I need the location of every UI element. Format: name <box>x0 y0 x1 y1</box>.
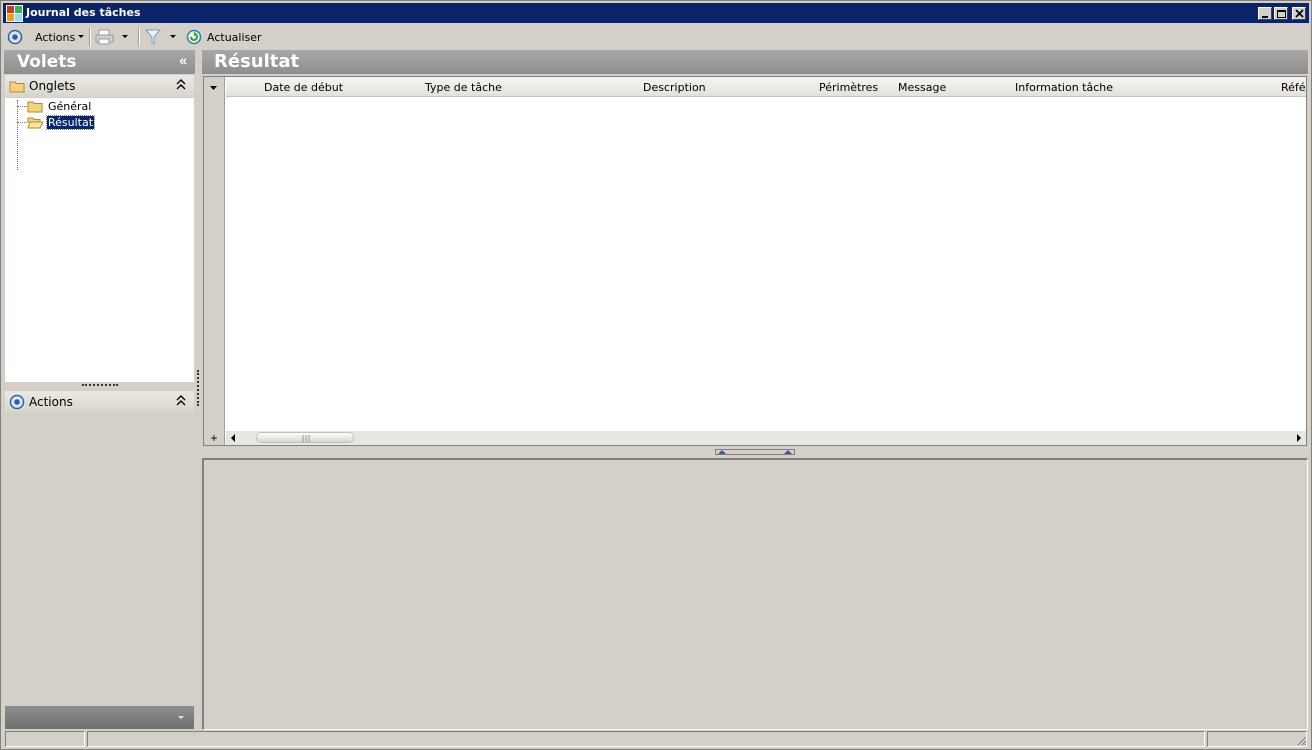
app-icon <box>6 5 23 22</box>
actions-section-header[interactable]: Actions <box>5 391 194 413</box>
column-message[interactable]: Message <box>898 81 946 94</box>
section-resize-grip[interactable] <box>82 384 118 386</box>
scrollbar-thumb[interactable] <box>256 432 354 443</box>
tree-connector <box>17 106 27 107</box>
actions-icon <box>7 29 23 45</box>
horizontal-scrollbar[interactable] <box>226 431 1306 445</box>
column-perimetres[interactable]: Périmètres <box>819 81 878 94</box>
chevron-down-icon <box>78 35 85 38</box>
close-button[interactable] <box>1292 7 1306 20</box>
folder-icon <box>27 101 43 112</box>
detail-pane <box>202 458 1308 730</box>
panes-title: Volets <box>17 52 77 72</box>
collapse-panel-icon[interactable]: « <box>179 52 187 68</box>
application-window: Journal des tâches Actions Actualiser Vo… <box>0 0 1312 750</box>
actions-section-label: Actions <box>29 395 73 409</box>
status-cell <box>1207 731 1307 747</box>
actions-icon-button[interactable] <box>7 27 23 47</box>
panes-header: Volets « <box>4 50 195 74</box>
horizontal-splitter[interactable] <box>202 448 1308 458</box>
print-icon <box>95 29 114 45</box>
tree-item-label: Résultat <box>45 114 96 130</box>
filter-dropdown[interactable] <box>169 27 178 47</box>
tree-item-resultat[interactable]: Résultat <box>27 114 96 130</box>
grid-column-header: Date de début Type de tâche Description … <box>226 77 1306 97</box>
toolbar: Actions Actualiser <box>3 25 1309 49</box>
close-icon <box>1295 9 1304 18</box>
filter-button[interactable] <box>145 27 161 47</box>
scroll-left-icon[interactable] <box>229 433 237 443</box>
collapse-up-icon[interactable] <box>176 79 186 91</box>
chevron-down-icon <box>178 716 184 719</box>
column-type-tache[interactable]: Type de tâche <box>425 81 502 94</box>
actions-menu-button[interactable]: Actions <box>35 27 86 47</box>
title-bar[interactable]: Journal des tâches <box>3 3 1309 23</box>
refresh-icon <box>186 29 202 45</box>
result-panel: Résultat Date de début Type de tâche Des… <box>202 50 1308 730</box>
open-folder-icon <box>27 117 43 128</box>
chevron-down-icon <box>170 35 176 38</box>
minimize-icon <box>1262 16 1268 18</box>
toolbar-separator <box>138 28 140 46</box>
actions-icon <box>9 394 25 410</box>
result-title: Résultat <box>214 51 300 72</box>
grid-row-header <box>204 77 225 445</box>
add-row-icon[interactable]: + <box>207 432 221 445</box>
arrow-up-icon <box>784 450 792 454</box>
scroll-right-icon[interactable] <box>1295 433 1303 443</box>
actions-menu-label: Actions <box>35 30 76 44</box>
grip-icon <box>302 435 310 442</box>
collapse-up-icon[interactable] <box>176 395 186 407</box>
splitter-grip <box>197 370 199 406</box>
column-date-debut[interactable]: Date de début <box>264 81 343 94</box>
maximize-button[interactable] <box>1274 7 1288 20</box>
result-grid: Date de début Type de tâche Description … <box>203 76 1307 446</box>
toolbar-separator <box>89 28 91 46</box>
refresh-label: Actualiser <box>207 30 262 44</box>
arrow-up-icon <box>718 450 726 454</box>
panes-panel: Volets « Onglets Général Résultat Action… <box>4 50 195 730</box>
column-reference[interactable]: Réfé <box>1281 81 1306 94</box>
tree-connector <box>17 100 18 170</box>
status-cell <box>5 731 85 747</box>
window-title: Journal des tâches <box>26 6 141 19</box>
refresh-button[interactable]: Actualiser <box>186 27 262 47</box>
tree-connector <box>17 122 27 123</box>
result-header: Résultat <box>202 50 1308 74</box>
maximize-icon <box>1277 10 1286 18</box>
column-information-tache[interactable]: Information tâche <box>1015 81 1113 94</box>
column-description[interactable]: Description <box>643 81 706 94</box>
minimize-button[interactable] <box>1258 7 1272 20</box>
tree-item-label: Général <box>48 99 92 113</box>
resize-grip-icon[interactable] <box>1295 734 1307 746</box>
print-dropdown[interactable] <box>121 27 130 47</box>
tabs-section-label: Onglets <box>29 79 76 93</box>
filter-icon <box>145 29 161 45</box>
splitter-handle[interactable] <box>715 449 795 455</box>
panes-footer-bar[interactable] <box>5 706 194 729</box>
tabs-section-header[interactable]: Onglets <box>5 75 194 97</box>
tree-item-general[interactable]: Général <box>27 98 92 114</box>
tabs-tree: Général Résultat <box>5 98 194 382</box>
status-cell <box>87 731 1205 747</box>
column-chooser-icon[interactable] <box>209 85 219 91</box>
vertical-splitter[interactable] <box>196 50 201 730</box>
folder-icon <box>9 81 25 93</box>
status-bar <box>3 730 1309 748</box>
print-button[interactable] <box>95 27 115 47</box>
chevron-down-icon <box>122 35 128 38</box>
